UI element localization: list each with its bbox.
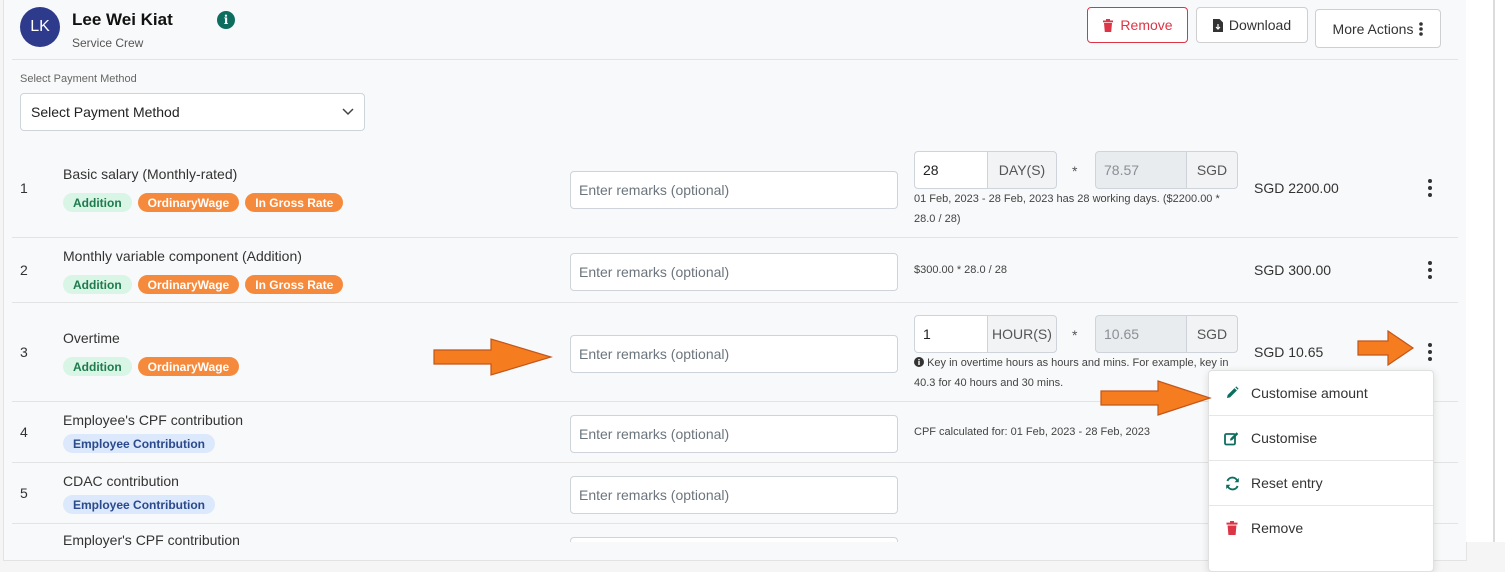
multiply-sign: * <box>1072 163 1078 179</box>
more-actions-button[interactable]: More Actions <box>1315 9 1441 48</box>
menu-item-customise[interactable]: Customise <box>1209 416 1433 460</box>
row-actions-kebab-icon[interactable] <box>1424 179 1436 197</box>
badge-ordinary-wage: OrdinaryWage <box>137 193 240 212</box>
remove-button[interactable]: Remove <box>1087 7 1188 43</box>
menu-item-label: Customise amount <box>1251 385 1368 401</box>
badge-addition: Addition <box>63 193 132 212</box>
item-badges: Employee Contribution <box>63 495 215 514</box>
row-divider <box>12 237 1458 238</box>
trash-icon <box>1224 520 1240 536</box>
menu-item-remove[interactable]: Remove <box>1209 506 1433 550</box>
page-gutter <box>1466 0 1505 542</box>
item-amount: SGD 2200.00 <box>1254 180 1339 196</box>
quantity-unit: DAY(S) <box>987 151 1057 189</box>
badge-in-gross-rate: In Gross Rate <box>245 193 344 212</box>
menu-item-label: Remove <box>1251 520 1304 536</box>
annotation-arrow <box>433 338 553 376</box>
header-divider <box>12 59 1458 60</box>
download-button[interactable]: Download <box>1196 7 1308 43</box>
item-name: Employee's CPF contribution <box>63 412 244 428</box>
rate-currency: SGD <box>1186 151 1238 189</box>
menu-item-customise-amount[interactable]: Customise amount <box>1209 371 1433 415</box>
remarks-input[interactable] <box>570 253 898 291</box>
rate-input: 10.65 <box>1095 315 1187 353</box>
row-actions-kebab-icon[interactable] <box>1424 343 1436 361</box>
menu-item-label: Customise <box>1251 430 1318 446</box>
row-actions-kebab-icon[interactable] <box>1424 261 1436 279</box>
quantity-input[interactable]: 1 <box>914 315 988 353</box>
badge-addition: Addition <box>63 357 132 376</box>
row-number: 4 <box>20 424 28 440</box>
item-badges: Employee Contribution <box>63 434 215 453</box>
row-number: 1 <box>20 180 28 196</box>
scrollbar-track[interactable] <box>1493 0 1495 542</box>
info-circle-icon <box>914 357 924 367</box>
payment-method-select[interactable]: Select Payment Method <box>20 93 365 131</box>
item-name: Overtime <box>63 330 120 346</box>
rate-currency: SGD <box>1186 315 1238 353</box>
row-number: 2 <box>20 262 28 278</box>
avatar: LK <box>20 7 60 47</box>
remove-button-label: Remove <box>1120 17 1173 33</box>
edit-square-icon <box>1224 430 1240 446</box>
multiply-sign: * <box>1072 327 1078 343</box>
badge-addition: Addition <box>63 275 132 294</box>
quantity-unit: HOUR(S) <box>987 315 1057 353</box>
payment-method-label: Select Payment Method <box>20 73 137 85</box>
avatar-initials: LK <box>30 18 50 35</box>
info-icon[interactable]: i <box>217 11 235 29</box>
badge-ordinary-wage: OrdinaryWage <box>137 275 240 294</box>
trash-icon <box>1103 18 1114 32</box>
refresh-icon <box>1224 475 1240 491</box>
more-actions-label: More Actions <box>1332 20 1414 37</box>
remarks-input[interactable] <box>570 335 898 373</box>
badge-ordinary-wage: OrdinaryWage <box>137 357 240 376</box>
rate-input: 78.57 <box>1095 151 1187 189</box>
remarks-input[interactable] <box>570 476 898 514</box>
remarks-input[interactable] <box>570 171 898 209</box>
remarks-input[interactable] <box>570 415 898 453</box>
employee-role: Service Crew <box>72 36 144 50</box>
annotation-arrow <box>1357 330 1415 366</box>
item-amount: SGD 300.00 <box>1254 262 1332 278</box>
item-badges: Addition OrdinaryWage <box>63 357 240 376</box>
employee-name: Lee Wei Kiat <box>72 10 173 29</box>
quantity-input[interactable]: 28 <box>914 151 988 189</box>
item-amount: SGD 10.65 <box>1254 344 1324 360</box>
calculation-note: CPF calculated for: 01 Feb, 2023 - 28 Fe… <box>914 426 1151 438</box>
item-name: Monthly variable component (Addition) <box>63 248 302 264</box>
payment-method-value: Select Payment Method <box>31 104 180 120</box>
item-badges: Addition OrdinaryWage In Gross Rate <box>63 275 344 294</box>
item-name: CDAC contribution <box>63 473 179 489</box>
item-name: Employer's CPF contribution <box>63 532 240 548</box>
badge-in-gross-rate: In Gross Rate <box>245 275 344 294</box>
remarks-input[interactable] <box>570 537 898 542</box>
row-number: 5 <box>20 485 28 501</box>
menu-item-reset-entry[interactable]: Reset entry <box>1209 461 1433 505</box>
calculation-note: $300.00 * 28.0 / 28 <box>914 264 1007 276</box>
row-divider <box>12 302 1458 303</box>
kebab-icon <box>1419 21 1424 36</box>
pencil-icon <box>1224 385 1240 401</box>
item-badges: Addition OrdinaryWage In Gross Rate <box>63 193 344 212</box>
item-name: Basic salary (Monthly-rated) <box>63 166 238 182</box>
annotation-arrow <box>1100 380 1212 416</box>
download-button-label: Download <box>1228 17 1292 33</box>
file-download-icon <box>1212 18 1223 32</box>
chevron-down-icon <box>342 108 354 116</box>
badge-employee-contribution: Employee Contribution <box>63 495 215 514</box>
badge-employee-contribution: Employee Contribution <box>63 434 215 453</box>
calculation-note: 01 Feb, 2023 - 28 Feb, 2023 has 28 worki… <box>914 193 1220 225</box>
menu-item-label: Reset entry <box>1251 475 1323 491</box>
row-number: 3 <box>20 344 28 360</box>
